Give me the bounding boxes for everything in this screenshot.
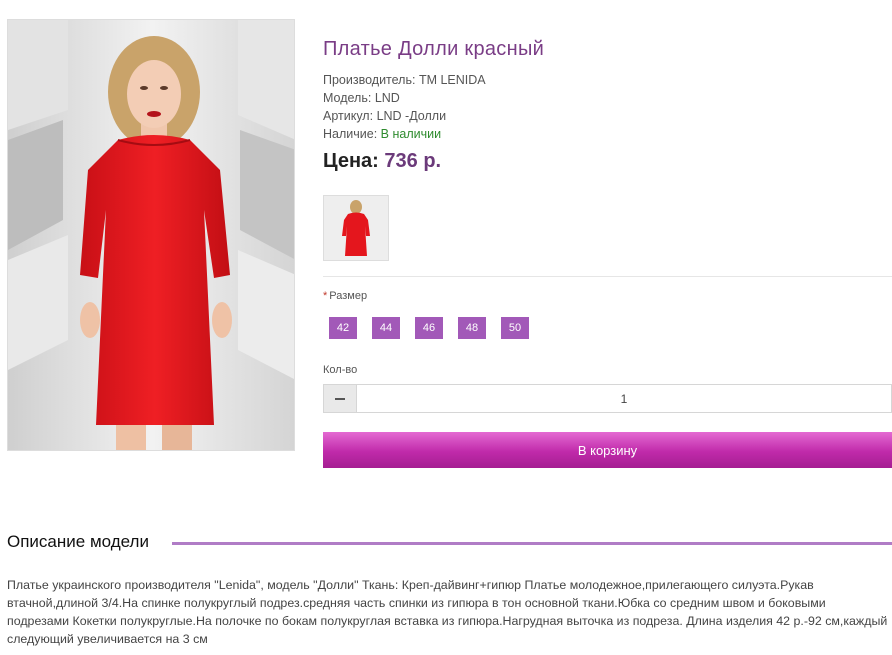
description-text: Платье украинского производителя "Lenida…: [7, 578, 888, 646]
required-mark: *: [323, 290, 328, 302]
quantity-stepper: [323, 384, 892, 413]
model-row: Модель: LND: [323, 89, 486, 107]
availability-value: В наличии: [380, 127, 442, 141]
size-option-46[interactable]: 46: [415, 317, 443, 339]
quantity-input[interactable]: [357, 385, 891, 412]
price-label: Цена:: [323, 150, 379, 172]
add-to-cart-button[interactable]: В корзину: [323, 432, 892, 468]
model-value: LND: [374, 91, 400, 105]
availability-label: Наличие:: [323, 127, 378, 141]
product-main-image[interactable]: [7, 19, 295, 451]
product-meta: Производитель: TM LENIDA Модель: LND Арт…: [323, 71, 486, 143]
size-option-44[interactable]: 44: [372, 317, 400, 339]
manufacturer-value[interactable]: TM LENIDA: [419, 73, 486, 87]
product-thumbnail[interactable]: [323, 195, 389, 261]
quantity-label: Кол-во: [323, 364, 358, 376]
model-label: Модель:: [323, 91, 372, 105]
size-label-text: Размер: [329, 290, 368, 302]
price: Цена: 736 р.: [323, 150, 441, 173]
size-options: 42 44 46 48 50: [329, 317, 529, 339]
size-option-42[interactable]: 42: [329, 317, 357, 339]
size-option-50[interactable]: 50: [501, 317, 529, 339]
description-divider: [172, 542, 892, 545]
size-label: * Размер: [323, 290, 367, 302]
description-heading: Описание модели: [7, 532, 149, 551]
article-label: Артикул:: [323, 109, 374, 123]
price-value: 736 р.: [384, 150, 442, 172]
product-title: Платье Долли красный: [323, 38, 545, 60]
availability-row: Наличие: В наличии: [323, 125, 486, 143]
quantity-decrease-button[interactable]: [324, 385, 357, 412]
size-option-48[interactable]: 48: [458, 317, 486, 339]
divider: [323, 276, 892, 277]
minus-icon: [335, 397, 345, 400]
manufacturer-row: Производитель: TM LENIDA: [323, 71, 486, 89]
article-value: LND -Долли: [376, 109, 447, 123]
manufacturer-label: Производитель:: [323, 73, 416, 87]
article-row: Артикул: LND -Долли: [323, 107, 486, 125]
